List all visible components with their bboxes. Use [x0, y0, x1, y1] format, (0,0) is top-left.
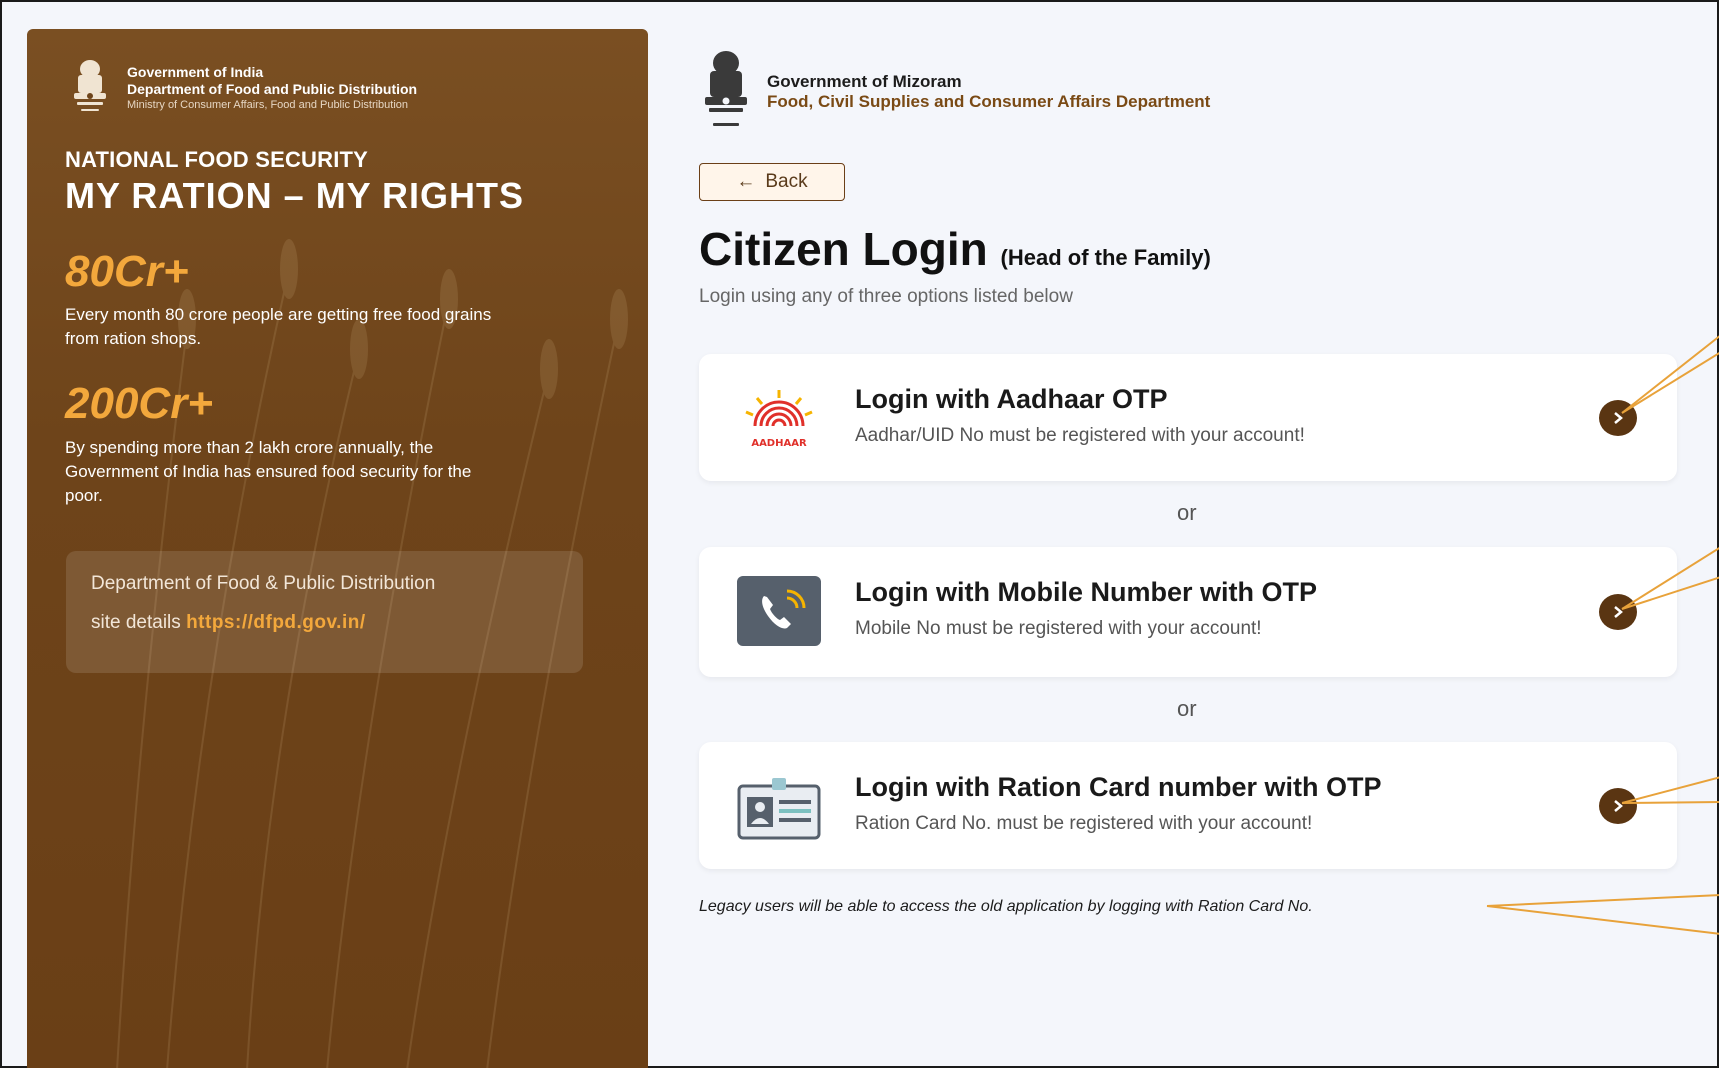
aadhaar-logo-icon: AADHAAR	[745, 390, 813, 449]
goi-line1: Government of India	[127, 64, 264, 80]
tagline: MY RATION – MY RIGHTS	[65, 175, 525, 216]
goi-line3: Ministry of Consumer Affairs, Food and P…	[127, 99, 409, 111]
chevron-right-icon[interactable]	[1599, 400, 1637, 436]
option-title: Login with Aadhaar OTP	[855, 384, 1168, 414]
dept-info-box: Department of Food & Public Distribution…	[66, 551, 583, 673]
arrow-left-icon: ←	[736, 171, 756, 192]
option-title: Login with Ration Card number with OTP	[855, 772, 1382, 802]
option-title: Login with Mobile Number with OTP	[855, 577, 1317, 607]
back-button[interactable]: ← Back	[699, 163, 845, 201]
mizoram-line2: Food, Civil Supplies and Consumer Affair…	[767, 92, 1211, 111]
or-separator: or	[1177, 696, 1197, 721]
page-title-text: Citizen Login	[699, 223, 988, 275]
page-frame: Government of India Department of Food a…	[0, 0, 1719, 1068]
legacy-note: Legacy users will be able to access the …	[699, 898, 1313, 915]
page-subtitle: Login using any of three options listed …	[699, 286, 1073, 307]
goi-line2: Department of Food and Public Distributi…	[127, 81, 418, 97]
stat-desc-1: Every month 80 crore people are getting …	[65, 305, 492, 348]
site-details-label: site details	[91, 612, 181, 633]
back-label: Back	[765, 171, 808, 192]
chevron-right-icon[interactable]	[1599, 788, 1637, 824]
svg-text:AADHAAR: AADHAAR	[751, 438, 807, 449]
phone-icon	[737, 576, 821, 646]
nfs-title: NATIONAL FOOD SECURITY	[65, 147, 369, 172]
chevron-right-icon[interactable]	[1599, 594, 1637, 630]
id-card-icon	[737, 778, 821, 840]
login-option-ration-card[interactable]: Login with Ration Card number with OTP R…	[699, 742, 1677, 869]
stat-value-2: 200Cr+	[65, 379, 214, 428]
option-desc: Mobile No must be registered with your a…	[855, 618, 1262, 639]
or-separator: or	[1177, 500, 1197, 525]
goi-header: Government of India Department of Food a…	[65, 57, 417, 119]
info-panel: Government of India Department of Food a…	[27, 29, 648, 1068]
stat-value-1: 80Cr+	[65, 247, 189, 296]
mizoram-header: Government of Mizoram Food, Civil Suppli…	[695, 47, 1210, 137]
mizoram-line1: Government of Mizoram	[767, 72, 962, 91]
national-emblem-icon	[705, 51, 747, 126]
page-title: Citizen Login (Head of the Family)	[699, 222, 1211, 276]
login-option-mobile[interactable]: Login with Mobile Number with OTP Mobile…	[699, 547, 1677, 677]
stat-desc-2: By spending more than 2 lakh crore annua…	[65, 438, 472, 505]
national-emblem-icon	[74, 60, 106, 111]
login-option-aadhaar[interactable]: AADHAAR Login with Aadhaar OTP Aadhar/UI…	[699, 354, 1677, 481]
option-desc: Ration Card No. must be registered with …	[855, 813, 1313, 834]
option-desc: Aadhar/UID No must be registered with yo…	[855, 425, 1305, 446]
dept-name: Department of Food & Public Distribution	[91, 573, 436, 594]
dfpd-link[interactable]: https://dfpd.gov.in/	[186, 612, 366, 633]
page-title-suffix: (Head of the Family)	[1000, 245, 1211, 270]
